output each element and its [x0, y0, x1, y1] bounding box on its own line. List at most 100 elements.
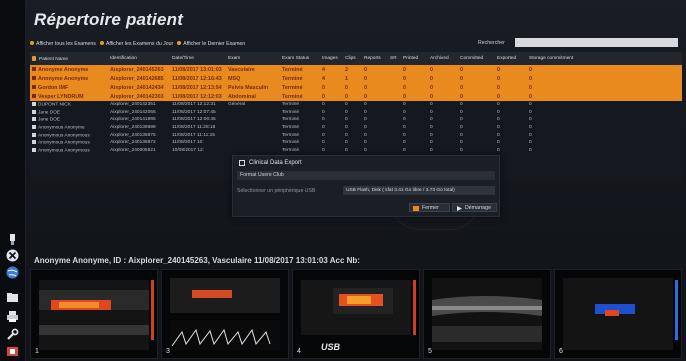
table-cell	[388, 139, 401, 147]
cell-text: 0	[529, 125, 532, 131]
table-cell: 0	[320, 147, 343, 155]
thumbnail[interactable]: 4 USB	[292, 269, 420, 359]
column-header[interactable]: Patient Name	[30, 52, 108, 65]
row-status-icon	[32, 147, 36, 152]
table-cell: 0	[401, 74, 428, 83]
column-header[interactable]: Committed	[458, 52, 495, 65]
cell-text: 11/08/2017 13:01:03	[172, 66, 222, 73]
table-cell: 0	[495, 65, 527, 74]
column-header[interactable]: Exam Status	[280, 52, 320, 65]
thumbnail[interactable]: 6	[554, 269, 682, 359]
cell-text: 0	[430, 75, 433, 82]
row-status-icon	[32, 140, 36, 145]
table-cell: 11/08/2017 13:01:03	[170, 65, 226, 74]
table-cell: 0	[428, 74, 458, 83]
table-cell: 11/08/2017 11:11:15	[170, 131, 226, 139]
table-row[interactable]: Jane DOE Aixplorer_240142065 11/08/2017 12…	[30, 109, 682, 117]
column-header[interactable]: Date/Time	[170, 52, 226, 65]
table-cell	[226, 147, 280, 155]
cell-text: 0	[460, 93, 463, 100]
column-header-label: Identification	[110, 56, 137, 61]
table-cell: 0	[343, 109, 362, 117]
table-row[interactable]: DUPONT NICK Aixplorer_240142351 11/08/2017…	[30, 101, 682, 109]
table-row[interactable]: Jane DOE Aixplorer_240141895 11/08/2017 12…	[30, 116, 682, 124]
column-header[interactable]: Exam	[226, 52, 280, 65]
cell-text: Terminé	[282, 125, 300, 131]
thumbnail[interactable]: 1	[30, 269, 158, 359]
folder-icon[interactable]	[5, 290, 20, 305]
cell-text: 0	[322, 132, 325, 138]
table-cell: 0	[362, 83, 388, 92]
table-row[interactable]: Anonyme Anonyme Aixplorer_240145263 11/08/…	[30, 65, 682, 74]
table-cell: 0	[343, 131, 362, 139]
cell-text: 0	[430, 147, 433, 153]
radio-icon	[30, 40, 34, 45]
column-header[interactable]: Archived	[428, 52, 458, 65]
cell-text: 0	[460, 147, 463, 153]
filter-last-exam[interactable]: Afficher le Dernier Examen	[177, 40, 245, 47]
table-cell: 0	[401, 65, 428, 74]
column-header[interactable]: Identification	[108, 52, 170, 65]
table-cell: Aixplorer_240142303	[108, 92, 170, 101]
table-cell: 0	[527, 124, 682, 132]
cell-text: 0	[430, 84, 433, 91]
cell-text: 0	[529, 84, 532, 91]
globe-icon[interactable]	[5, 265, 20, 280]
destination-select[interactable]: USB Flash, Disk ( sfat 3.41 Go libre / 3…	[343, 186, 495, 195]
cell-text: 0	[364, 93, 367, 100]
table-row[interactable]: Gordon IMF Aixplorer_240142434 11/08/2017 …	[30, 83, 682, 92]
table-cell: Aixplorer_240136872	[108, 139, 170, 147]
export-format-field[interactable]: Format Usere Club	[237, 171, 495, 180]
cell-text: Terminé	[282, 109, 300, 115]
table-cell: Aixplorer_240005521	[108, 147, 170, 155]
column-header[interactable]: Clips	[343, 52, 362, 65]
table-cell: 11/08/2017 12:12:03	[170, 92, 226, 101]
cell-text: 0	[497, 102, 500, 108]
column-header[interactable]: Images	[320, 52, 343, 65]
print-icon[interactable]	[5, 309, 20, 324]
table-cell: Terminé	[280, 101, 320, 109]
table-cell: Aixplorer_240142065	[108, 109, 170, 117]
wrench-icon[interactable]	[5, 327, 20, 342]
cell-text: 0	[322, 109, 325, 115]
table-row[interactable]: Vesper LYNDRUM Aixplorer_240142303 11/08/2…	[30, 92, 682, 101]
start-button[interactable]: Démarrage	[452, 203, 497, 212]
usb-icon[interactable]	[5, 232, 20, 247]
thumbnail[interactable]: 3	[161, 269, 289, 359]
close-icon[interactable]	[5, 248, 20, 263]
table-cell: Anonymous Anonymous	[30, 131, 108, 139]
table-row[interactable]: Anonymous Anonymous Aixplorer_240005521 10…	[30, 147, 682, 155]
row-status-icon	[32, 132, 36, 137]
column-header[interactable]: Reports	[362, 52, 388, 65]
cell-text: 0	[460, 140, 463, 146]
cell-text: Vasculaire	[228, 66, 255, 73]
row-status-icon	[32, 102, 36, 107]
table-row[interactable]: Anonymous Anonymous Aixplorer_240136872 11…	[30, 139, 682, 147]
table-row[interactable]: Anonyme Anonyme Aixplorer_240142685 11/08/…	[30, 74, 682, 83]
cell-text: 10/08/2017 12:	[172, 147, 205, 153]
cell-text: Terminé	[282, 66, 303, 73]
radio-icon	[177, 40, 182, 45]
cell-text: 0	[403, 140, 406, 146]
filter-today-exams[interactable]: Afficher les Examens du Jour	[99, 40, 173, 47]
column-header[interactable]: Printed	[401, 52, 428, 65]
bmode-image	[432, 278, 542, 350]
column-header-label: Printed	[403, 56, 419, 61]
table-row[interactable]: Anonymous Anonymous Aixplorer_240136875 11…	[30, 131, 682, 139]
close-button[interactable]: Fermer	[409, 203, 450, 212]
column-header[interactable]: Exported	[495, 52, 527, 65]
table-cell: Aixplorer_240136875	[108, 131, 170, 139]
table-cell: 0	[428, 65, 458, 74]
thumbnail[interactable]: 5	[423, 269, 551, 359]
column-header[interactable]: Storage commitment	[527, 52, 682, 65]
filter-all-exams[interactable]: Afficher tous les Examens	[30, 40, 96, 47]
column-header[interactable]: SR	[388, 52, 401, 65]
search-input[interactable]	[515, 38, 678, 47]
column-header-label: Exported	[497, 56, 517, 61]
table-cell: 11/08/2017 12:13:54	[170, 83, 226, 92]
table-cell: 0	[428, 83, 458, 92]
table-cell: 0	[428, 101, 458, 109]
power-icon[interactable]	[5, 344, 20, 359]
table-cell: 0	[527, 92, 682, 101]
table-row[interactable]: Anonymous Anonyme Aixplorer_240139698 11/0…	[30, 124, 682, 132]
